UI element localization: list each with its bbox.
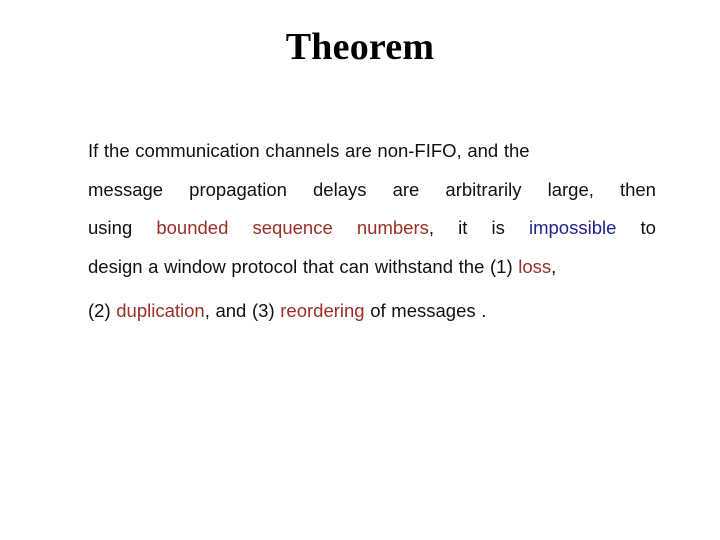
- body-line-5-tail: of messages .: [364, 300, 487, 321]
- word-numbers-group: numbers,: [357, 209, 434, 248]
- word-loss: loss: [518, 255, 552, 277]
- word-bounded: bounded: [156, 217, 229, 238]
- word-then: then: [619, 178, 656, 200]
- slide: Theorem If the communication channels ar…: [0, 0, 720, 540]
- word-is: is: [491, 217, 505, 238]
- body-line-4-lead: design a window protocol that can withst…: [88, 255, 519, 277]
- word-using: using: [88, 217, 133, 238]
- page-title: Theorem: [285, 26, 435, 68]
- enum-3-connector: , and (3): [204, 300, 281, 321]
- word-message: message: [88, 178, 164, 200]
- body-line-5: (2) duplication, and (3) reordering of m…: [88, 292, 656, 331]
- word-to: to: [640, 217, 656, 238]
- comma-after-numbers: ,: [428, 217, 434, 238]
- body-line-2: message propagation delays are arbitrari…: [88, 171, 656, 210]
- word-arbitrarily: arbitrarily: [445, 178, 522, 200]
- word-reordering: reordering: [280, 300, 365, 321]
- word-are: are: [392, 178, 420, 200]
- theorem-body: If the communication channels are non-FI…: [88, 132, 656, 331]
- word-numbers: numbers: [356, 217, 429, 238]
- word-impossible: impossible: [529, 217, 617, 238]
- body-line-1: If the communication channels are non-FI…: [88, 132, 656, 171]
- comma-after-loss: ,: [551, 255, 557, 277]
- body-line-4: design a window protocol that can withst…: [88, 248, 656, 287]
- word-large: large,: [547, 178, 594, 200]
- word-duplication: duplication: [116, 300, 205, 321]
- word-delays: delays: [313, 178, 367, 200]
- word-propagation: propagation: [189, 178, 287, 200]
- word-sequence: sequence: [252, 217, 333, 238]
- body-line-3: using bounded sequence numbers, it is im…: [88, 209, 656, 248]
- word-it: it: [458, 217, 468, 238]
- enum-2-marker: (2): [88, 300, 117, 321]
- body-line-1-text: If the communication channels are non-FI…: [88, 140, 530, 161]
